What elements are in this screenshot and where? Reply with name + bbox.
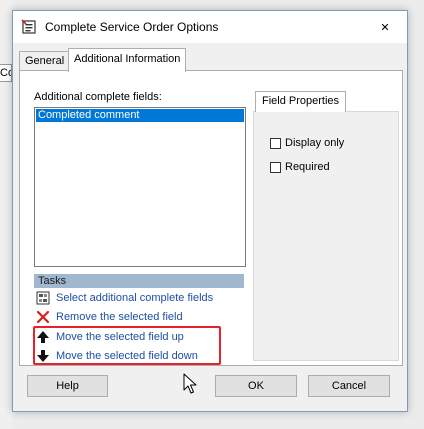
- task-select-additional-fields[interactable]: Select additional complete fields: [36, 290, 213, 306]
- mouse-cursor-icon: [183, 373, 197, 394]
- display-only-checkbox[interactable]: [270, 137, 281, 149]
- highlight-box: [33, 326, 221, 365]
- close-button[interactable]: ✕: [363, 11, 407, 43]
- display-only-label: Display only: [285, 137, 345, 149]
- background-field-text: Co: [0, 67, 11, 79]
- window-title: Complete Service Order Options: [45, 20, 219, 34]
- display-only-option[interactable]: Display only: [270, 137, 344, 149]
- background-field: Co: [0, 64, 12, 82]
- required-option[interactable]: Required: [270, 161, 330, 173]
- tab-general[interactable]: General: [19, 51, 71, 71]
- select-fields-icon: [36, 291, 50, 305]
- tab-additional-information[interactable]: Additional Information: [68, 48, 187, 72]
- additional-fields-label: Additional complete fields:: [34, 91, 162, 103]
- tab-additional-information-label: Additional Information: [74, 53, 181, 65]
- complete-service-order-options-dialog: Complete Service Order Options ✕ General…: [12, 10, 408, 412]
- additional-information-panel: Additional complete fields: Completed co…: [19, 70, 403, 366]
- list-item-label: Completed comment: [38, 109, 140, 121]
- required-label: Required: [285, 161, 330, 173]
- required-checkbox[interactable]: [270, 161, 281, 173]
- tasks-header: Tasks: [34, 274, 244, 288]
- list-item[interactable]: Completed comment: [36, 109, 244, 122]
- red-x-icon: [36, 310, 50, 324]
- close-icon: ✕: [380, 21, 390, 34]
- tab-field-properties-label: Field Properties: [262, 95, 340, 107]
- title-bar[interactable]: Complete Service Order Options ✕: [13, 11, 407, 43]
- help-button[interactable]: Help: [27, 375, 108, 397]
- cancel-button[interactable]: Cancel: [308, 375, 390, 397]
- tab-field-properties[interactable]: Field Properties: [255, 91, 347, 112]
- ok-button[interactable]: OK: [215, 375, 297, 397]
- task-select-additional-fields-label[interactable]: Select additional complete fields: [56, 292, 213, 304]
- app-icon: [21, 19, 36, 34]
- field-properties-panel: Display only Required: [253, 111, 399, 361]
- task-remove-selected-field[interactable]: Remove the selected field: [36, 309, 183, 325]
- additional-fields-list[interactable]: Completed comment: [34, 107, 246, 267]
- task-remove-selected-field-label[interactable]: Remove the selected field: [56, 311, 183, 323]
- tab-general-label: General: [25, 55, 65, 67]
